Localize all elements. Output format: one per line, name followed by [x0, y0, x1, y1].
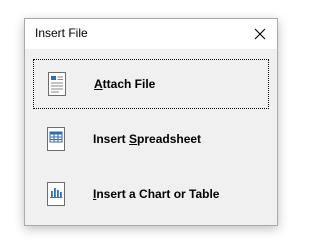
dialog-title: Insert File [35, 26, 88, 40]
chart-icon [47, 182, 65, 206]
close-icon [254, 28, 266, 40]
document-icon [48, 72, 66, 96]
insert-spreadsheet-label: Insert Spreadsheet [93, 132, 202, 146]
spreadsheet-icon [47, 127, 65, 151]
close-button[interactable] [249, 23, 271, 45]
insert-chart-table-button[interactable]: Insert a Chart or Table [33, 169, 269, 219]
insert-spreadsheet-button[interactable]: Insert Spreadsheet [33, 114, 269, 164]
title-bar: Insert File [25, 19, 277, 49]
attach-file-label: Attach File [94, 77, 156, 91]
attach-file-button[interactable]: Attach File [33, 59, 269, 109]
insert-chart-table-label: Insert a Chart or Table [93, 187, 220, 201]
insert-file-dialog: Insert File Attach File Insert Spreadshe… [24, 18, 278, 226]
